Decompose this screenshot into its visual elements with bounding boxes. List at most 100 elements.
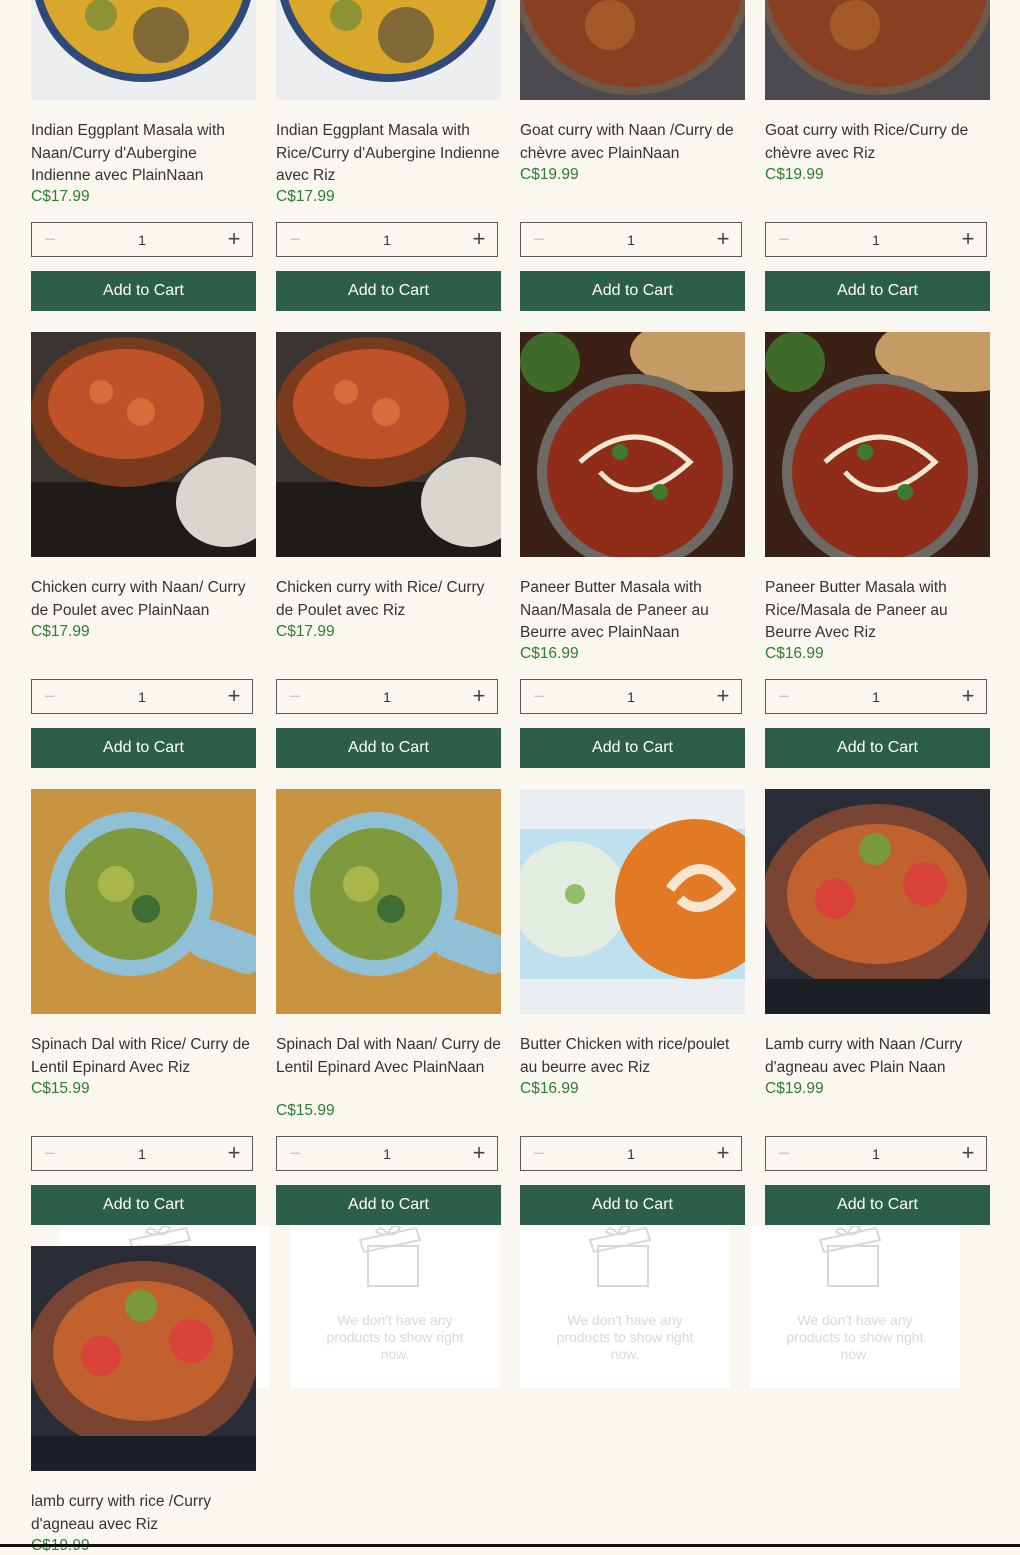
product-name[interactable]: Indian Eggplant Masala with Naan/Curry d… [31, 120, 256, 188]
product-image[interactable] [520, 332, 745, 557]
quantity-stepper: − 1 + [31, 1136, 253, 1171]
add-to-cart-button[interactable]: Add to Cart [765, 1185, 990, 1225]
product-card: Butter Chicken with rice/poulet au beurr… [520, 789, 745, 1225]
product-image[interactable] [765, 789, 990, 1014]
quantity-value[interactable]: 1 [766, 232, 986, 248]
product-card: Paneer Butter Masala with Rice/Masala de… [765, 332, 990, 768]
empty-state-placeholder: We don't have any products to show right… [520, 1226, 730, 1388]
quantity-stepper: − 1 + [765, 1136, 987, 1171]
quantity-stepper: − 1 + [276, 679, 498, 714]
gift-box-icon [358, 1226, 422, 1287]
add-to-cart-button[interactable]: Add to Cart [276, 1185, 501, 1225]
empty-state-placeholder: We don't have any products to show right… [290, 1226, 500, 1388]
plus-icon[interactable]: + [470, 1142, 488, 1164]
add-to-cart-button[interactable]: Add to Cart [520, 728, 745, 768]
quantity-value[interactable]: 1 [32, 232, 252, 248]
product-image[interactable] [765, 332, 990, 557]
add-to-cart-button[interactable]: Add to Cart [520, 1185, 745, 1225]
plus-icon[interactable]: + [470, 228, 488, 250]
quantity-stepper: − 1 + [276, 222, 498, 257]
product-name[interactable]: Chicken curry with Rice/ Curry de Poulet… [276, 577, 501, 622]
plus-icon[interactable]: + [225, 685, 243, 707]
quantity-stepper: − 1 + [765, 679, 987, 714]
quantity-stepper: − 1 + [520, 222, 742, 257]
product-name[interactable]: Goat curry with Naan /Curry de chèvre av… [520, 120, 745, 165]
product-name[interactable]: lamb curry with rice /Curry d'agneau ave… [31, 1491, 256, 1536]
add-to-cart-button[interactable]: Add to Cart [276, 728, 501, 768]
add-to-cart-button[interactable]: Add to Cart [520, 271, 745, 311]
product-card: Paneer Butter Masala with Naan/Masala de… [520, 332, 745, 768]
quantity-value[interactable]: 1 [521, 1146, 741, 1162]
quantity-value[interactable]: 1 [32, 689, 252, 705]
product-image[interactable] [31, 1246, 256, 1471]
product-name[interactable]: Chicken curry with Naan/ Curry de Poulet… [31, 577, 256, 622]
plus-icon[interactable]: + [959, 685, 977, 707]
plus-icon[interactable]: + [225, 228, 243, 250]
plus-icon[interactable]: + [714, 1142, 732, 1164]
quantity-value[interactable]: 1 [277, 1146, 497, 1162]
product-image[interactable] [31, 332, 256, 557]
product-name[interactable]: Indian Eggplant Masala with Rice/Curry d… [276, 120, 501, 188]
product-card: Lamb curry with Naan /Curry d'agneau ave… [765, 789, 990, 1225]
add-to-cart-button[interactable]: Add to Cart [765, 728, 990, 768]
plus-icon[interactable]: + [959, 1142, 977, 1164]
product-name[interactable]: Goat curry with Rice/Curry de chèvre ave… [765, 120, 990, 165]
quantity-stepper: − 1 + [765, 222, 987, 257]
quantity-value[interactable]: 1 [766, 689, 986, 705]
plus-icon[interactable]: + [225, 1142, 243, 1164]
quantity-stepper: − 1 + [520, 679, 742, 714]
product-card-overlay [31, 1246, 256, 1471]
quantity-value[interactable]: 1 [521, 232, 741, 248]
empty-state-placeholder: We don't have any products to show right… [750, 1226, 960, 1388]
product-card: Chicken curry with Naan/ Curry de Poulet… [31, 332, 256, 768]
quantity-value[interactable]: 1 [32, 1146, 252, 1162]
product-price: C$19.99 [520, 166, 579, 183]
product-card: Goat curry with Rice/Curry de chèvre ave… [765, 0, 990, 311]
product-price: C$17.99 [276, 623, 335, 640]
quantity-value[interactable]: 1 [277, 689, 497, 705]
product-name[interactable]: Paneer Butter Masala with Naan/Masala de… [520, 577, 745, 645]
product-price: C$17.99 [31, 188, 90, 205]
product-image[interactable] [31, 0, 256, 100]
product-name[interactable]: Butter Chicken with rice/poulet au beurr… [520, 1034, 745, 1079]
product-card: Indian Eggplant Masala with Rice/Curry d… [276, 0, 501, 311]
product-price: C$15.99 [276, 1102, 335, 1119]
product-name[interactable]: Paneer Butter Masala with Rice/Masala de… [765, 577, 990, 645]
product-card: Indian Eggplant Masala with Naan/Curry d… [31, 0, 256, 311]
add-to-cart-button[interactable]: Add to Cart [31, 271, 256, 311]
product-card: Spinach Dal with Rice/ Curry de Lentil E… [31, 789, 256, 1225]
product-image[interactable] [765, 0, 990, 100]
product-card: Spinach Dal with Naan/ Curry de Lentil E… [276, 789, 501, 1225]
product-image[interactable] [276, 332, 501, 557]
add-to-cart-button[interactable]: Add to Cart [765, 271, 990, 311]
product-price: C$17.99 [31, 623, 90, 640]
empty-state-message: We don't have any products to show right… [556, 1312, 694, 1362]
product-price: C$16.99 [765, 645, 824, 662]
quantity-stepper: − 1 + [31, 222, 253, 257]
product-name[interactable]: Spinach Dal with Rice/ Curry de Lentil E… [31, 1034, 256, 1079]
product-image[interactable] [520, 0, 745, 100]
product-name[interactable]: Lamb curry with Naan /Curry d'agneau ave… [765, 1034, 990, 1079]
product-price: C$16.99 [520, 645, 579, 662]
plus-icon[interactable]: + [959, 228, 977, 250]
product-name[interactable]: Spinach Dal with Naan/ Curry de Lentil E… [276, 1034, 501, 1079]
add-to-cart-button[interactable]: Add to Cart [276, 271, 501, 311]
product-image[interactable] [520, 789, 745, 1014]
product-card: Chicken curry with Rice/ Curry de Poulet… [276, 332, 501, 768]
product-image[interactable] [276, 789, 501, 1014]
product-image[interactable] [276, 0, 501, 100]
plus-icon[interactable]: + [714, 685, 732, 707]
add-to-cart-button[interactable]: Add to Cart [31, 1185, 256, 1225]
gift-box-icon [818, 1226, 882, 1287]
quantity-stepper: − 1 + [520, 1136, 742, 1171]
plus-icon[interactable]: + [714, 228, 732, 250]
quantity-value[interactable]: 1 [277, 232, 497, 248]
quantity-value[interactable]: 1 [521, 689, 741, 705]
product-price: C$16.99 [520, 1080, 579, 1097]
product-price: C$19.99 [765, 1080, 824, 1097]
quantity-value[interactable]: 1 [766, 1146, 986, 1162]
add-to-cart-button[interactable]: Add to Cart [31, 728, 256, 768]
product-image[interactable] [31, 789, 256, 1014]
plus-icon[interactable]: + [470, 685, 488, 707]
product-price: C$15.99 [31, 1080, 90, 1097]
